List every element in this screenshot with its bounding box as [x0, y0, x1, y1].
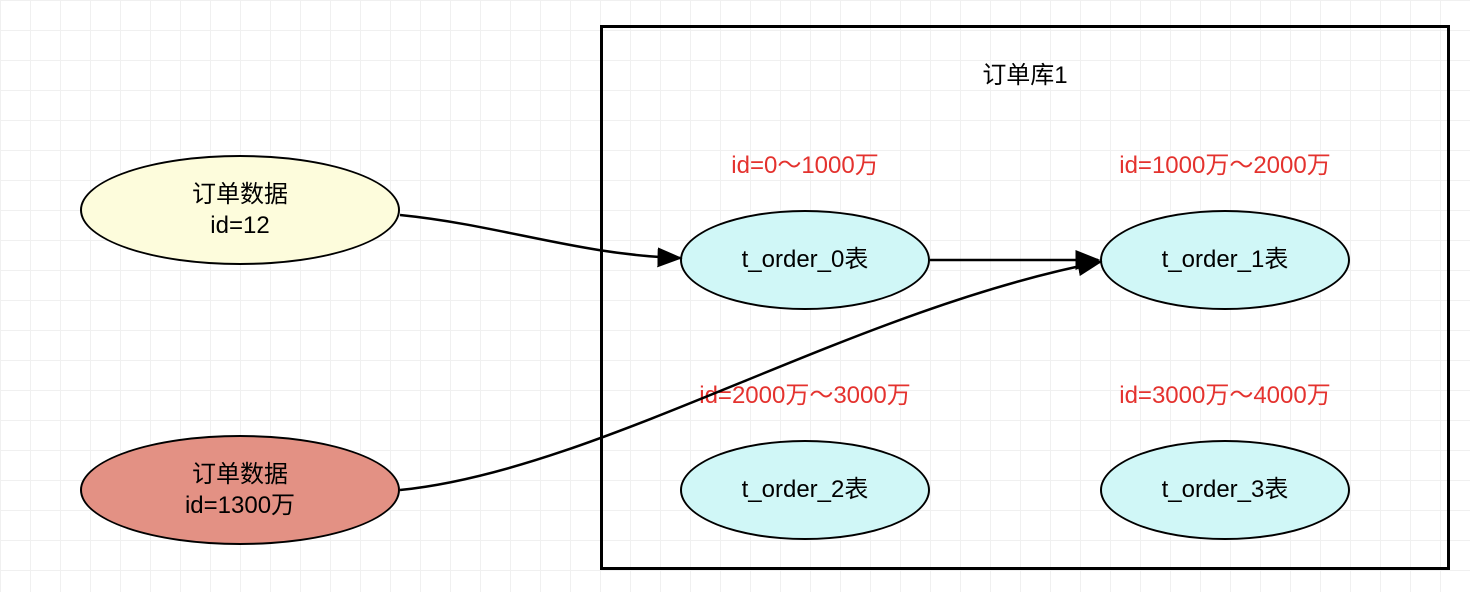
range-0: id=0～1000万 [640, 145, 970, 180]
table-3-label: t_order_3表 [1162, 474, 1289, 505]
table-0-label: t_order_0表 [742, 244, 869, 275]
source-1-text-2: id=12 [210, 210, 269, 241]
range-1: id=1000万～2000万 [1060, 145, 1390, 180]
table-1-label: t_order_1表 [1162, 244, 1289, 275]
source-2-text-1: 订单数据 [192, 459, 288, 490]
table-0: t_order_0表 [680, 210, 930, 310]
table-3: t_order_3表 [1100, 440, 1350, 540]
table-1: t_order_1表 [1100, 210, 1350, 310]
range-2: id=2000万～3000万 [640, 375, 970, 410]
table-2: t_order_2表 [680, 440, 930, 540]
source-2-text-2: id=1300万 [185, 490, 295, 521]
source-1-text-1: 订单数据 [192, 179, 288, 210]
source-order-1300w: 订单数据 id=1300万 [80, 435, 400, 545]
table-2-label: t_order_2表 [742, 474, 869, 505]
source-order-12: 订单数据 id=12 [80, 155, 400, 265]
db-title: 订单库1 [600, 55, 1450, 90]
range-3: id=3000万～4000万 [1060, 375, 1390, 410]
